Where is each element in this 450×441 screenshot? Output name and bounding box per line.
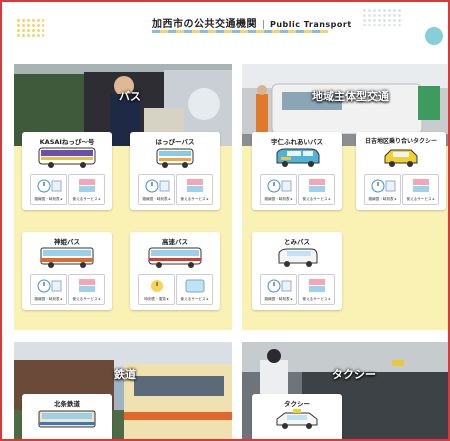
service-button[interactable]: 使えるサービス ▸ xyxy=(298,274,335,305)
section-taxi: タクシー タクシー xyxy=(242,342,448,439)
timetable-button[interactable]: 路線図・時刻表 ▸ xyxy=(30,174,67,205)
section-title-rail: 鉄道 xyxy=(114,368,136,381)
card-highway-bus[interactable]: 高速バス 時刻表・運賃 ▸ 使えるサービス ▸ xyxy=(130,232,220,310)
button-label: 路線図・時刻表 ▸ xyxy=(142,197,171,201)
button-label: 使えるサービス ▸ xyxy=(302,197,331,201)
section-bus: バス KASAIねっぴ〜号 路線図・時刻表 ▸ 使えるサービス ▸ はっぴーバス… xyxy=(14,64,232,330)
card-kasai-neppi[interactable]: KASAIねっぴ〜号 路線図・時刻表 ▸ 使えるサービス ▸ xyxy=(22,132,112,210)
card-hiyoshi-taxi[interactable]: 日吉地区乗り合いタクシー 路線図・時刻表 ▸ 使えるサービス ▸ xyxy=(356,132,446,210)
button-label: 路線図・時刻表 ▸ xyxy=(368,197,397,201)
card-happy-bus[interactable]: はっぴーバス 路線図・時刻表 ▸ 使えるサービス ▸ xyxy=(130,132,220,210)
section-rail: 鉄道 北条鉄道 xyxy=(14,342,232,439)
card-taxi[interactable]: タクシー xyxy=(252,394,342,439)
button-label: 使えるサービス ▸ xyxy=(180,197,209,201)
service-button[interactable]: 使えるサービス ▸ xyxy=(68,274,105,305)
title-underline xyxy=(152,30,328,33)
card-icon xyxy=(79,179,95,192)
van-icon xyxy=(276,148,320,167)
section-title-taxi: タクシー xyxy=(332,368,376,381)
card-hojo-railway[interactable]: 北条鉄道 xyxy=(22,394,112,439)
card-icon xyxy=(309,179,325,192)
service-button[interactable]: 使えるサービス ▸ xyxy=(176,174,213,205)
button-label: 路線図・時刻表 ▸ xyxy=(34,197,63,201)
car-icon xyxy=(384,149,418,167)
button-label: 使えるサービス ▸ xyxy=(406,197,435,201)
button-label: 使えるサービス ▸ xyxy=(72,297,101,301)
section-title-community: 地域主体型交通 xyxy=(312,90,389,103)
taxi-icon xyxy=(276,409,318,429)
timetable-button[interactable]: 路線図・時刻表 ▸ xyxy=(30,274,67,305)
service-button[interactable]: 使えるサービス ▸ xyxy=(176,274,213,305)
clock-route-icon xyxy=(145,179,170,193)
title-ja: 加西市の公共交通機関 xyxy=(152,19,257,30)
page-frame: 加西市の公共交通機関 Public Transport バス KASAIねっぴ〜号 xyxy=(0,0,450,441)
bus-icon xyxy=(40,247,94,268)
card-icon xyxy=(187,179,203,192)
card-title: 日吉地区乗り合いタクシー xyxy=(364,138,437,145)
card-icon xyxy=(309,279,325,292)
clock-route-icon xyxy=(267,279,292,293)
ic-card-icon xyxy=(185,279,205,293)
timetable-button[interactable]: 路線図・時刻表 ▸ xyxy=(138,174,175,205)
bus-icon xyxy=(38,147,96,168)
clock-route-icon xyxy=(37,279,62,293)
section-community: 地域主体型交通 宇仁ふれあいバス 路線図・時刻表 ▸ 使えるサービス ▸ 日吉地… xyxy=(242,64,448,330)
page-title: 加西市の公共交通機関 Public Transport xyxy=(152,15,352,30)
service-button[interactable]: 使えるサービス ▸ xyxy=(402,174,439,205)
title-divider xyxy=(263,19,264,29)
button-label: 路線図・時刻表 ▸ xyxy=(264,197,293,201)
card-tomi-bus[interactable]: とみバス 路線図・時刻表 ▸ 使えるサービス ▸ xyxy=(252,232,342,310)
button-label: 路線図・時刻表 ▸ xyxy=(34,297,63,301)
service-button[interactable]: 使えるサービス ▸ xyxy=(298,174,335,205)
button-label: 時刻表・運賃 ▸ xyxy=(144,297,169,301)
clock-route-icon xyxy=(151,280,163,292)
timetable-button[interactable]: 路線図・時刻表 ▸ xyxy=(260,174,297,205)
bus-icon xyxy=(148,247,202,268)
clock-route-icon xyxy=(267,179,292,193)
decor-dots xyxy=(16,18,44,38)
card-uni-fureai-bus[interactable]: 宇仁ふれあいバス 路線図・時刻表 ▸ 使えるサービス ▸ xyxy=(252,132,342,210)
title-en: Public Transport xyxy=(270,20,352,29)
clock-route-icon xyxy=(37,179,62,193)
button-label: 使えるサービス ▸ xyxy=(302,297,331,301)
decor-dots xyxy=(362,8,402,26)
timetable-button[interactable]: 路線図・時刻表 ▸ xyxy=(260,274,297,305)
bus-icon xyxy=(156,148,194,168)
timetable-button[interactable]: 時刻表・運賃 ▸ xyxy=(138,274,175,305)
card-shinki-bus[interactable]: 神姫バス 路線図・時刻表 ▸ 使えるサービス ▸ xyxy=(22,232,112,310)
button-label: 使えるサービス ▸ xyxy=(180,297,209,301)
section-title-bus: バス xyxy=(119,90,141,103)
button-label: 使えるサービス ▸ xyxy=(72,197,101,201)
train-icon xyxy=(38,410,96,428)
button-label: 路線図・時刻表 ▸ xyxy=(264,297,293,301)
clock-route-icon xyxy=(371,179,396,193)
timetable-button[interactable]: 路線図・時刻表 ▸ xyxy=(364,174,401,205)
card-icon xyxy=(79,279,95,292)
van-icon xyxy=(278,248,318,267)
page-header: 加西市の公共交通機関 Public Transport xyxy=(2,2,448,58)
service-button[interactable]: 使えるサービス ▸ xyxy=(68,174,105,205)
card-icon xyxy=(413,179,429,192)
decor-circle xyxy=(425,27,443,45)
